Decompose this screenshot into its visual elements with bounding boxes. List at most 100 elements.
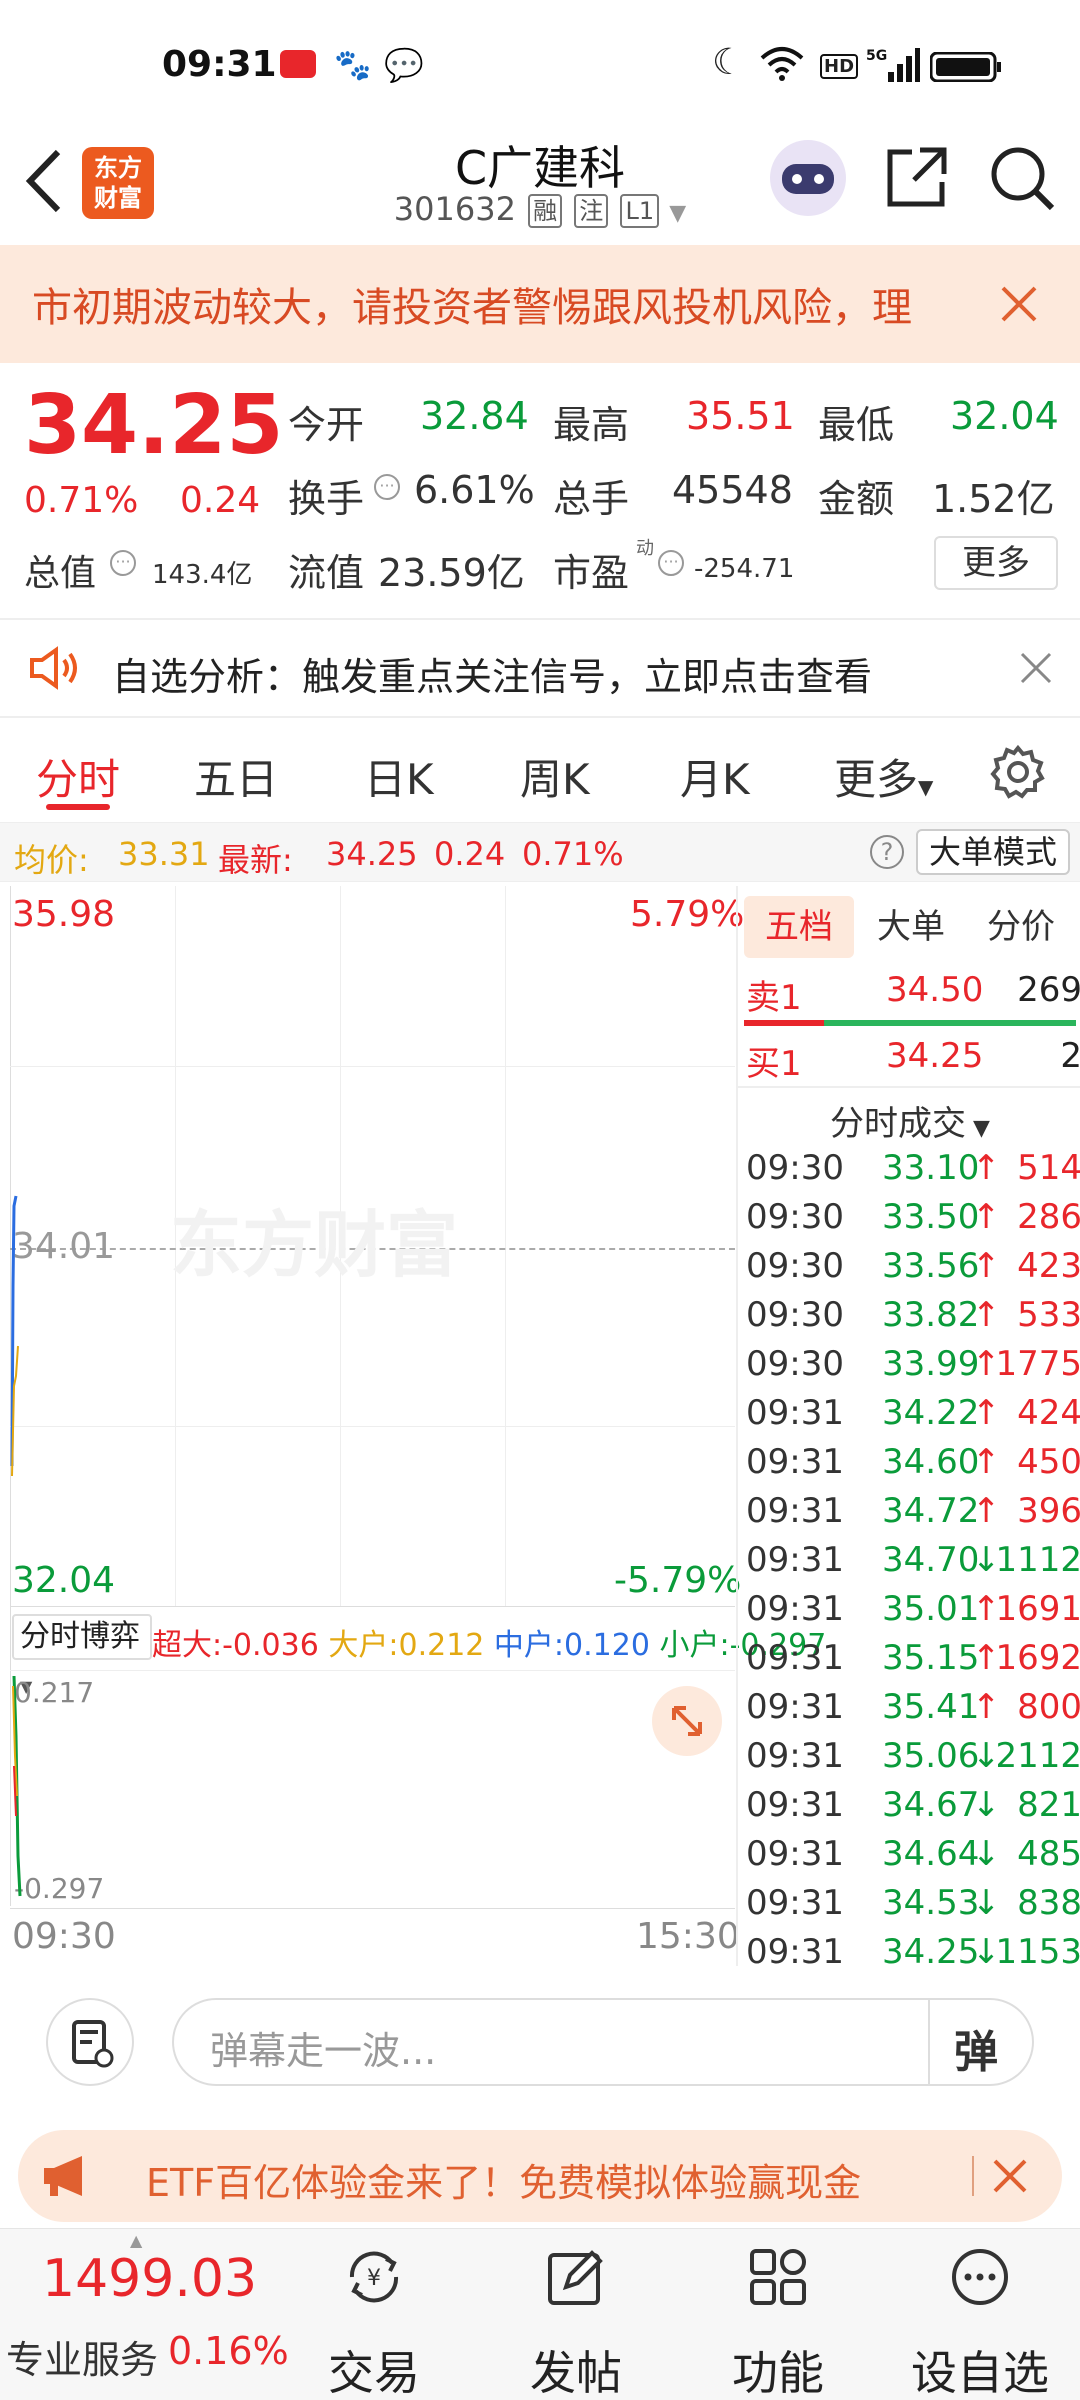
- tab-more[interactable]: 更多▼: [834, 746, 933, 807]
- risk-warning-banner[interactable]: 市初期波动较大，请投资者警惕跟风投机风险，理: [0, 245, 1080, 363]
- x-axis-start: 09:30: [12, 1916, 116, 1957]
- close-icon[interactable]: [1020, 652, 1052, 684]
- danmu-placeholder: 弹幕走一波...: [210, 2029, 437, 2073]
- arrow-down-icon: ↓: [972, 1834, 1001, 1874]
- avg-label: 均价:: [14, 841, 89, 879]
- sell1-volume: 269: [1017, 970, 1080, 1010]
- expand-icon[interactable]: [652, 1686, 722, 1756]
- sell1-price: 34.50: [886, 970, 984, 1010]
- tick-row: 09:31 35.06 ↓ 2112: [746, 1736, 1080, 1785]
- index-widget[interactable]: ▲ 1499.03 专业服务 0.16%: [0, 2229, 290, 2400]
- tab-five-day[interactable]: 五日: [194, 746, 278, 807]
- amount-value: 1.52亿: [932, 477, 1055, 521]
- tick-row: 09:30 33.99 ↑ 1775: [746, 1344, 1080, 1393]
- tab-monthly-k[interactable]: 月K: [680, 746, 750, 807]
- speaker-icon: [30, 646, 77, 690]
- tick-time: 09:31: [746, 1540, 844, 1580]
- tick-volume: 514: [1017, 1148, 1080, 1188]
- wifi-icon: [760, 47, 804, 81]
- latest-value: 34.25: [326, 835, 418, 873]
- tick-volume: 838: [1017, 1883, 1080, 1923]
- chevron-down-icon: ▼: [918, 775, 934, 799]
- danmu-input[interactable]: 弹幕走一波... 弹: [172, 1998, 1034, 2086]
- close-icon[interactable]: [1000, 285, 1038, 323]
- tab-big-order[interactable]: 大单: [856, 896, 966, 958]
- share-icon[interactable]: [884, 144, 950, 210]
- nav-add-watchlist[interactable]: 设自选: [880, 2229, 1080, 2400]
- big-order-mode-button[interactable]: 大单模式: [916, 829, 1070, 875]
- baidu-icon: 🐾: [334, 48, 372, 83]
- tick-price: 34.67: [882, 1785, 980, 1825]
- danmu-button[interactable]: 弹: [954, 2016, 998, 2080]
- gear-icon[interactable]: [990, 744, 1046, 800]
- arrow-up-icon: ↑: [972, 1687, 1001, 1727]
- ad-banner[interactable]: ETF百亿体验金来了！免费模拟体验赢现金: [18, 2130, 1062, 2222]
- more-button[interactable]: 更多: [934, 536, 1058, 590]
- arrow-up-icon: ↑: [972, 1393, 1001, 1433]
- risk-warning-text: 市初期波动较大，请投资者警惕跟风投机风险，理: [32, 285, 912, 331]
- ad-text: ETF百亿体验金来了！免费模拟体验赢现金: [146, 2161, 862, 2205]
- tick-price: 33.99: [882, 1344, 980, 1384]
- nav-trade[interactable]: ¥ 交易: [274, 2229, 474, 2400]
- chevron-down-icon[interactable]: ▼: [669, 201, 686, 226]
- robot-avatar-icon[interactable]: [770, 140, 846, 216]
- flow-small-label: 小户:: [659, 1628, 730, 1663]
- ticks-title[interactable]: 分时成交 ▼: [738, 1096, 1080, 1145]
- flow-selector[interactable]: 分时博弈 ▼: [12, 1614, 152, 1696]
- turnover-info-icon[interactable]: ···: [374, 474, 400, 500]
- help-icon[interactable]: ?: [870, 835, 904, 869]
- arrow-up-icon: ↑: [972, 1295, 1001, 1335]
- latest-percent: 0.71%: [522, 835, 624, 873]
- pe-info-icon[interactable]: ···: [658, 550, 684, 576]
- tick-price: 35.15: [882, 1638, 980, 1678]
- flow-legend: 超大:-0.036 大户:0.212 中户:0.120 小户:-0.297: [152, 1620, 826, 1664]
- search-icon[interactable]: [988, 144, 1056, 212]
- mktcap-label: 总值: [24, 553, 97, 594]
- arrow-down-icon: ↓: [972, 1883, 1001, 1923]
- tick-volume: 485: [1017, 1834, 1080, 1874]
- nav-post-label: 发帖: [530, 2346, 622, 2400]
- mktcap-value: 143.4亿: [152, 560, 253, 590]
- ticks-title-label: 分时成交: [830, 1104, 967, 1144]
- change-percent: 0.71%: [24, 480, 139, 521]
- tick-volume: 1112: [995, 1540, 1080, 1580]
- tick-time: 09:30: [746, 1148, 844, 1188]
- index-percent: 0.16%: [168, 2329, 289, 2373]
- tick-row: 09:31 34.72 ↑ 396: [746, 1491, 1080, 1540]
- edit-icon: [548, 2250, 603, 2305]
- tab-intraday[interactable]: 分时: [36, 746, 120, 807]
- info-icon[interactable]: ···: [110, 550, 136, 576]
- tab-price-distribution[interactable]: 分价: [966, 896, 1076, 958]
- tick-volume: 533: [1017, 1295, 1080, 1335]
- svg-text:¥: ¥: [367, 2266, 381, 2291]
- low-label: 最低: [818, 403, 895, 447]
- tick-row: 09:31 34.64 ↓ 485: [746, 1834, 1080, 1883]
- comment-settings-icon[interactable]: [46, 1998, 134, 2086]
- tab-daily-k[interactable]: 日K: [364, 746, 434, 807]
- tick-volume: 450: [1017, 1442, 1080, 1482]
- tick-price: 33.56: [882, 1246, 980, 1286]
- tick-time: 09:31: [746, 1932, 844, 1966]
- float-label: 流值: [288, 551, 365, 595]
- nav-post[interactable]: 发帖: [476, 2229, 676, 2400]
- turnover-label: 换手: [288, 477, 365, 521]
- tick-price: 34.25: [882, 1932, 980, 1966]
- volume-label: 总手: [553, 477, 630, 521]
- price-line: [10, 1195, 19, 1477]
- tick-time: 09:31: [746, 1589, 844, 1629]
- close-icon[interactable]: [992, 2158, 1028, 2194]
- analysis-notice[interactable]: 自选分析：触发重点关注信号，立即点击查看: [0, 618, 1080, 718]
- tick-time: 09:31: [746, 1687, 844, 1727]
- nav-functions[interactable]: 功能: [678, 2229, 878, 2400]
- high-label: 最高: [553, 403, 630, 447]
- tick-row: 09:31 34.22 ↑ 424: [746, 1393, 1080, 1442]
- tick-row: 09:30 33.56 ↑ 423: [746, 1246, 1080, 1295]
- tab-five-level[interactable]: 五档: [744, 896, 854, 958]
- tab-active-indicator: [46, 804, 110, 810]
- flow-selector-label: 分时博弈: [20, 1619, 140, 1654]
- intraday-chart[interactable]: 东方财富 35.98 5.79% 34.01 32.04 -5.79% 分时博弈…: [10, 886, 826, 1966]
- wechat-icon: 💬: [384, 46, 424, 84]
- tab-weekly-k[interactable]: 周K: [520, 746, 590, 807]
- tick-row: 09:31 34.25 ↓ 1153: [746, 1932, 1080, 1966]
- chart-watermark: 东方财富: [170, 1203, 459, 1287]
